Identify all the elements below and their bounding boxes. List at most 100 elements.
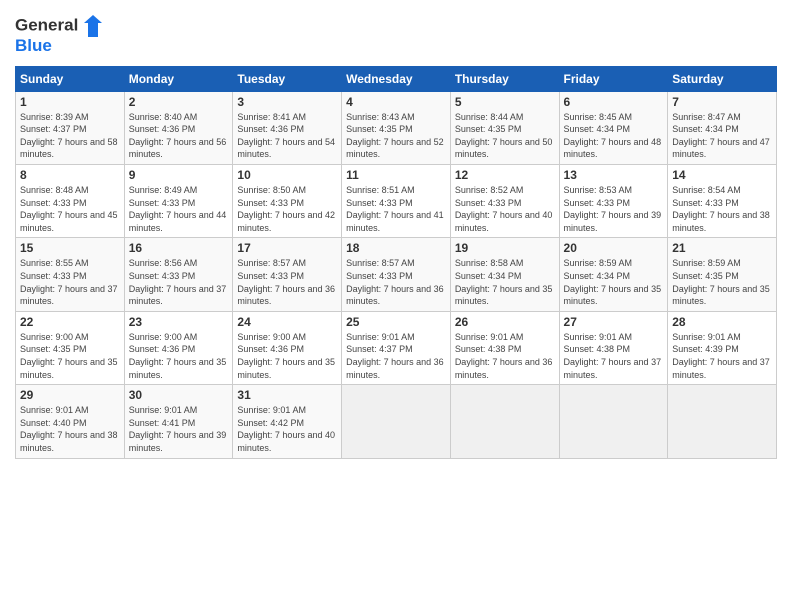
calendar-cell: 24 Sunrise: 9:00 AMSunset: 4:36 PMDayligh… <box>233 311 342 384</box>
calendar-cell: 13 Sunrise: 8:53 AMSunset: 4:33 PMDayligh… <box>559 165 668 238</box>
logo-icon <box>84 15 102 37</box>
day-info: Sunrise: 9:00 AMSunset: 4:36 PMDaylight:… <box>129 331 229 381</box>
calendar-cell: 9 Sunrise: 8:49 AMSunset: 4:33 PMDaylight… <box>124 165 233 238</box>
calendar-cell: 16 Sunrise: 8:56 AMSunset: 4:33 PMDayligh… <box>124 238 233 311</box>
calendar-cell: 15 Sunrise: 8:55 AMSunset: 4:33 PMDayligh… <box>16 238 125 311</box>
day-info: Sunrise: 9:00 AMSunset: 4:36 PMDaylight:… <box>237 331 337 381</box>
day-number: 5 <box>455 95 555 109</box>
day-number: 4 <box>346 95 446 109</box>
day-info: Sunrise: 8:43 AMSunset: 4:35 PMDaylight:… <box>346 111 446 161</box>
calendar-cell: 31Sunrise: 9:01 AMSunset: 4:42 PMDayligh… <box>233 385 342 458</box>
calendar-cell: 30 Sunrise: 9:01 AMSunset: 4:41 PMDayligh… <box>124 385 233 458</box>
calendar-cell: 3Sunrise: 8:41 AMSunset: 4:36 PMDaylight… <box>233 91 342 164</box>
day-info: Sunrise: 8:51 AMSunset: 4:33 PMDaylight:… <box>346 184 446 234</box>
weekday-header-monday: Monday <box>124 66 233 91</box>
calendar-cell: 2Sunrise: 8:40 AMSunset: 4:36 PMDaylight… <box>124 91 233 164</box>
day-info: Sunrise: 8:55 AMSunset: 4:33 PMDaylight:… <box>20 257 120 307</box>
weekday-header-tuesday: Tuesday <box>233 66 342 91</box>
day-info: Sunrise: 8:57 AMSunset: 4:33 PMDaylight:… <box>237 257 337 307</box>
calendar-cell: 10 Sunrise: 8:50 AMSunset: 4:33 PMDayligh… <box>233 165 342 238</box>
day-number: 27 <box>564 315 664 329</box>
calendar-cell <box>559 385 668 458</box>
day-info: Sunrise: 8:57 AMSunset: 4:33 PMDaylight:… <box>346 257 446 307</box>
day-number: 25 <box>346 315 446 329</box>
day-number: 21 <box>672 241 772 255</box>
calendar-cell: 23 Sunrise: 9:00 AMSunset: 4:36 PMDayligh… <box>124 311 233 384</box>
day-number: 15 <box>20 241 120 255</box>
weekday-header-wednesday: Wednesday <box>342 66 451 91</box>
day-info: Sunrise: 8:44 AMSunset: 4:35 PMDaylight:… <box>455 111 555 161</box>
calendar-cell <box>342 385 451 458</box>
day-number: 19 <box>455 241 555 255</box>
logo: General Blue <box>15 15 102 56</box>
day-number: 7 <box>672 95 772 109</box>
weekday-header-sunday: Sunday <box>16 66 125 91</box>
day-number: 24 <box>237 315 337 329</box>
day-number: 6 <box>564 95 664 109</box>
weekday-header-row: SundayMondayTuesdayWednesdayThursdayFrid… <box>16 66 777 91</box>
calendar-cell: 11 Sunrise: 8:51 AMSunset: 4:33 PMDayligh… <box>342 165 451 238</box>
week-row-5: 29Sunrise: 9:01 AMSunset: 4:40 PMDayligh… <box>16 385 777 458</box>
day-info: Sunrise: 8:41 AMSunset: 4:36 PMDaylight:… <box>237 111 337 161</box>
week-row-2: 8 Sunrise: 8:48 AMSunset: 4:33 PMDaylight… <box>16 165 777 238</box>
header: General Blue <box>15 15 777 56</box>
day-info: Sunrise: 9:01 AMSunset: 4:39 PMDaylight:… <box>672 331 772 381</box>
day-number: 13 <box>564 168 664 182</box>
day-info: Sunrise: 9:01 AMSunset: 4:37 PMDaylight:… <box>346 331 446 381</box>
day-number: 2 <box>129 95 229 109</box>
day-info: Sunrise: 9:01 AMSunset: 4:40 PMDaylight:… <box>20 404 120 454</box>
calendar-cell: 1Sunrise: 8:39 AMSunset: 4:37 PMDaylight… <box>16 91 125 164</box>
calendar-cell: 20Sunrise: 8:59 AMSunset: 4:34 PMDayligh… <box>559 238 668 311</box>
day-number: 14 <box>672 168 772 182</box>
day-info: Sunrise: 8:48 AMSunset: 4:33 PMDaylight:… <box>20 184 120 234</box>
calendar-cell <box>450 385 559 458</box>
day-number: 10 <box>237 168 337 182</box>
calendar-cell: 17 Sunrise: 8:57 AMSunset: 4:33 PMDayligh… <box>233 238 342 311</box>
calendar-cell: 28 Sunrise: 9:01 AMSunset: 4:39 PMDayligh… <box>668 311 777 384</box>
week-row-3: 15 Sunrise: 8:55 AMSunset: 4:33 PMDayligh… <box>16 238 777 311</box>
day-number: 23 <box>129 315 229 329</box>
calendar-cell: 6 Sunrise: 8:45 AMSunset: 4:34 PMDaylight… <box>559 91 668 164</box>
calendar-cell: 26 Sunrise: 9:01 AMSunset: 4:38 PMDayligh… <box>450 311 559 384</box>
day-info: Sunrise: 8:45 AMSunset: 4:34 PMDaylight:… <box>564 111 664 161</box>
calendar-cell: 19Sunrise: 8:58 AMSunset: 4:34 PMDayligh… <box>450 238 559 311</box>
day-info: Sunrise: 9:01 AMSunset: 4:38 PMDaylight:… <box>455 331 555 381</box>
day-number: 8 <box>20 168 120 182</box>
calendar-table: SundayMondayTuesdayWednesdayThursdayFrid… <box>15 66 777 459</box>
day-info: Sunrise: 8:49 AMSunset: 4:33 PMDaylight:… <box>129 184 229 234</box>
day-info: Sunrise: 8:59 AMSunset: 4:34 PMDaylight:… <box>564 257 664 307</box>
week-row-4: 22 Sunrise: 9:00 AMSunset: 4:35 PMDayligh… <box>16 311 777 384</box>
calendar-cell: 4 Sunrise: 8:43 AMSunset: 4:35 PMDaylight… <box>342 91 451 164</box>
day-info: Sunrise: 8:53 AMSunset: 4:33 PMDaylight:… <box>564 184 664 234</box>
calendar-cell: 29Sunrise: 9:01 AMSunset: 4:40 PMDayligh… <box>16 385 125 458</box>
day-number: 17 <box>237 241 337 255</box>
day-info: Sunrise: 8:52 AMSunset: 4:33 PMDaylight:… <box>455 184 555 234</box>
calendar-body: 1Sunrise: 8:39 AMSunset: 4:37 PMDaylight… <box>16 91 777 458</box>
day-number: 1 <box>20 95 120 109</box>
day-number: 11 <box>346 168 446 182</box>
calendar-cell: 22 Sunrise: 9:00 AMSunset: 4:35 PMDayligh… <box>16 311 125 384</box>
day-info: Sunrise: 8:50 AMSunset: 4:33 PMDaylight:… <box>237 184 337 234</box>
weekday-header-friday: Friday <box>559 66 668 91</box>
day-number: 12 <box>455 168 555 182</box>
calendar-cell: 12 Sunrise: 8:52 AMSunset: 4:33 PMDayligh… <box>450 165 559 238</box>
day-info: Sunrise: 9:00 AMSunset: 4:35 PMDaylight:… <box>20 331 120 381</box>
day-number: 22 <box>20 315 120 329</box>
calendar-cell: 21Sunrise: 8:59 AMSunset: 4:35 PMDayligh… <box>668 238 777 311</box>
calendar-cell: 27Sunrise: 9:01 AMSunset: 4:38 PMDayligh… <box>559 311 668 384</box>
calendar-cell: 7 Sunrise: 8:47 AMSunset: 4:34 PMDaylight… <box>668 91 777 164</box>
day-info: Sunrise: 8:56 AMSunset: 4:33 PMDaylight:… <box>129 257 229 307</box>
day-number: 16 <box>129 241 229 255</box>
day-number: 30 <box>129 388 229 402</box>
day-number: 28 <box>672 315 772 329</box>
weekday-header-saturday: Saturday <box>668 66 777 91</box>
day-info: Sunrise: 9:01 AMSunset: 4:41 PMDaylight:… <box>129 404 229 454</box>
day-number: 31 <box>237 388 337 402</box>
day-number: 9 <box>129 168 229 182</box>
page-container: General Blue SundayMondayTuesdayWednesda… <box>0 0 792 469</box>
day-info: Sunrise: 8:47 AMSunset: 4:34 PMDaylight:… <box>672 111 772 161</box>
calendar-cell <box>668 385 777 458</box>
day-number: 18 <box>346 241 446 255</box>
day-number: 26 <box>455 315 555 329</box>
calendar-cell: 5 Sunrise: 8:44 AMSunset: 4:35 PMDaylight… <box>450 91 559 164</box>
